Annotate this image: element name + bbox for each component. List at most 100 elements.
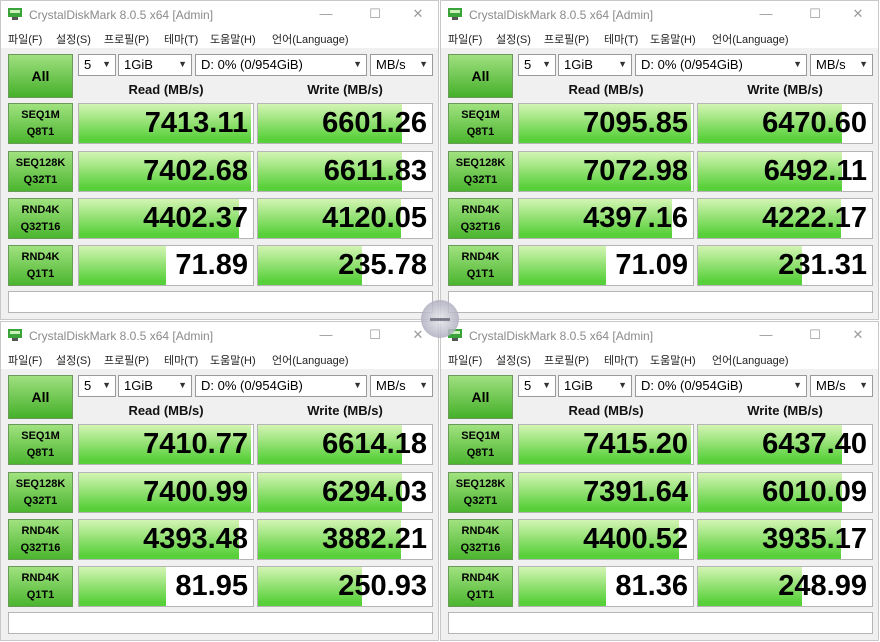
menu-item[interactable]: 파일(F) — [8, 31, 42, 47]
test-count-select[interactable]: 5 ▼ — [518, 54, 556, 76]
menu-item[interactable]: 도움말(H) — [210, 352, 256, 368]
maximize-button[interactable]: ☐ — [804, 326, 826, 344]
test-button[interactable]: SEQ1M Q8T1 — [448, 424, 513, 465]
menu-item[interactable]: 파일(F) — [448, 352, 482, 368]
menu-item[interactable]: 설정(S) — [496, 31, 531, 47]
unit-select[interactable]: MB/s ▼ — [370, 375, 433, 397]
drive-select[interactable]: D: 0% (0/954GiB) ▼ — [195, 54, 367, 76]
minimize-button[interactable]: — — [315, 326, 337, 344]
menu-item[interactable]: 테마(T) — [604, 31, 638, 47]
test-button[interactable]: SEQ1M Q8T1 — [448, 103, 513, 144]
menu-item[interactable]: 도움말(H) — [650, 352, 696, 368]
write-column-header: Write (MB/s) — [307, 403, 383, 418]
menu-item[interactable]: 프로필(P) — [544, 31, 589, 47]
comment-field[interactable] — [8, 291, 433, 313]
minimize-button[interactable]: — — [755, 326, 777, 344]
unit-value: MB/s — [816, 57, 846, 72]
menu-item[interactable]: 파일(F) — [448, 31, 482, 47]
menu-item[interactable]: 파일(F) — [8, 352, 42, 368]
test-button[interactable]: SEQ128K Q32T1 — [448, 151, 513, 192]
test-count-select[interactable]: 5 ▼ — [78, 375, 116, 397]
read-result: 71.89 — [78, 245, 254, 286]
test-size-select[interactable]: 1GiB ▼ — [558, 375, 632, 397]
all-button[interactable]: All — [8, 54, 73, 98]
menu-item[interactable]: 프로필(P) — [104, 352, 149, 368]
close-button[interactable]: ✕ — [847, 5, 869, 23]
write-column-header: Write (MB/s) — [747, 403, 823, 418]
menu-item[interactable]: 테마(T) — [164, 31, 198, 47]
title-bar[interactable]: CrystalDiskMark 8.0.5 x64 [Admin] — ☐ ✕ — [1, 322, 438, 350]
menu-item[interactable]: 설정(S) — [56, 31, 91, 47]
test-size-select[interactable]: 1GiB ▼ — [558, 54, 632, 76]
write-result: 4222.17 — [697, 198, 873, 239]
menu-item[interactable]: 도움말(H) — [650, 31, 696, 47]
test-button[interactable]: SEQ1M Q8T1 — [8, 103, 73, 144]
drive-select[interactable]: D: 0% (0/954GiB) ▼ — [635, 54, 807, 76]
menu-item[interactable]: 도움말(H) — [210, 31, 256, 47]
maximize-button[interactable]: ☐ — [364, 326, 386, 344]
read-column-header: Read (MB/s) — [568, 82, 644, 97]
read-value: 7402.68 — [143, 155, 248, 187]
menu-item[interactable]: 프로필(P) — [544, 352, 589, 368]
test-size-select[interactable]: 1GiB ▼ — [118, 54, 192, 76]
maximize-button[interactable]: ☐ — [364, 5, 386, 23]
chevron-down-icon: ▼ — [419, 380, 428, 390]
unit-select[interactable]: MB/s ▼ — [810, 375, 873, 397]
test-button[interactable]: RND4K Q1T1 — [448, 566, 513, 607]
test-button[interactable]: RND4K Q1T1 — [8, 245, 73, 286]
test-button[interactable]: RND4K Q32T16 — [8, 519, 73, 560]
all-button[interactable]: All — [448, 54, 513, 98]
close-button[interactable]: ✕ — [847, 326, 869, 344]
menu-item[interactable]: 언어(Language) — [272, 31, 349, 47]
all-button[interactable]: All — [8, 375, 73, 419]
test-name: SEQ1M — [21, 109, 60, 121]
test-count-select[interactable]: 5 ▼ — [518, 375, 556, 397]
minimize-button[interactable]: — — [315, 5, 337, 23]
test-button[interactable]: RND4K Q32T16 — [448, 519, 513, 560]
test-button[interactable]: SEQ1M Q8T1 — [8, 424, 73, 465]
menu-item[interactable]: 언어(Language) — [272, 352, 349, 368]
test-button[interactable]: SEQ128K Q32T1 — [8, 472, 73, 513]
menu-item[interactable]: 프로필(P) — [104, 31, 149, 47]
test-count-select[interactable]: 5 ▼ — [78, 54, 116, 76]
all-button[interactable]: All — [448, 375, 513, 419]
minimize-button[interactable]: — — [755, 5, 777, 23]
drive-select[interactable]: D: 0% (0/954GiB) ▼ — [195, 375, 367, 397]
write-result: 231.31 — [697, 245, 873, 286]
write-value: 3882.21 — [322, 523, 427, 555]
unit-select[interactable]: MB/s ▼ — [370, 54, 433, 76]
comment-field[interactable] — [448, 291, 873, 313]
comment-field[interactable] — [8, 612, 433, 634]
menu-item[interactable]: 설정(S) — [496, 352, 531, 368]
chevron-down-icon: ▼ — [102, 59, 111, 69]
test-button[interactable]: RND4K Q32T16 — [8, 198, 73, 239]
menu-item[interactable]: 언어(Language) — [712, 31, 789, 47]
menu-item[interactable]: 언어(Language) — [712, 352, 789, 368]
menu-item[interactable]: 설정(S) — [56, 352, 91, 368]
menu-item[interactable]: 테마(T) — [604, 352, 638, 368]
test-button[interactable]: SEQ128K Q32T1 — [8, 151, 73, 192]
title-bar[interactable]: CrystalDiskMark 8.0.5 x64 [Admin] — ☐ ✕ — [1, 1, 438, 29]
test-button[interactable]: RND4K Q1T1 — [8, 566, 73, 607]
read-result: 7413.11 — [78, 103, 254, 144]
test-button[interactable]: RND4K Q1T1 — [448, 245, 513, 286]
test-count-value: 5 — [524, 378, 532, 393]
test-params: Q1T1 — [26, 589, 55, 601]
close-button[interactable]: ✕ — [407, 5, 429, 23]
unit-select[interactable]: MB/s ▼ — [810, 54, 873, 76]
drive-select[interactable]: D: 0% (0/954GiB) ▼ — [635, 375, 807, 397]
test-name: SEQ128K — [455, 478, 506, 490]
test-params: Q32T1 — [23, 495, 58, 507]
menu-item[interactable]: 테마(T) — [164, 352, 198, 368]
comment-field[interactable] — [448, 612, 873, 634]
test-button[interactable]: RND4K Q32T16 — [448, 198, 513, 239]
read-bar — [79, 246, 166, 285]
maximize-button[interactable]: ☐ — [804, 5, 826, 23]
read-column-header: Read (MB/s) — [128, 403, 204, 418]
title-bar[interactable]: CrystalDiskMark 8.0.5 x64 [Admin] — ☐ ✕ — [441, 322, 878, 350]
title-bar[interactable]: CrystalDiskMark 8.0.5 x64 [Admin] — ☐ ✕ — [441, 1, 878, 29]
test-params: Q32T16 — [460, 221, 501, 233]
read-result: 7095.85 — [518, 103, 694, 144]
test-size-select[interactable]: 1GiB ▼ — [118, 375, 192, 397]
test-button[interactable]: SEQ128K Q32T1 — [448, 472, 513, 513]
